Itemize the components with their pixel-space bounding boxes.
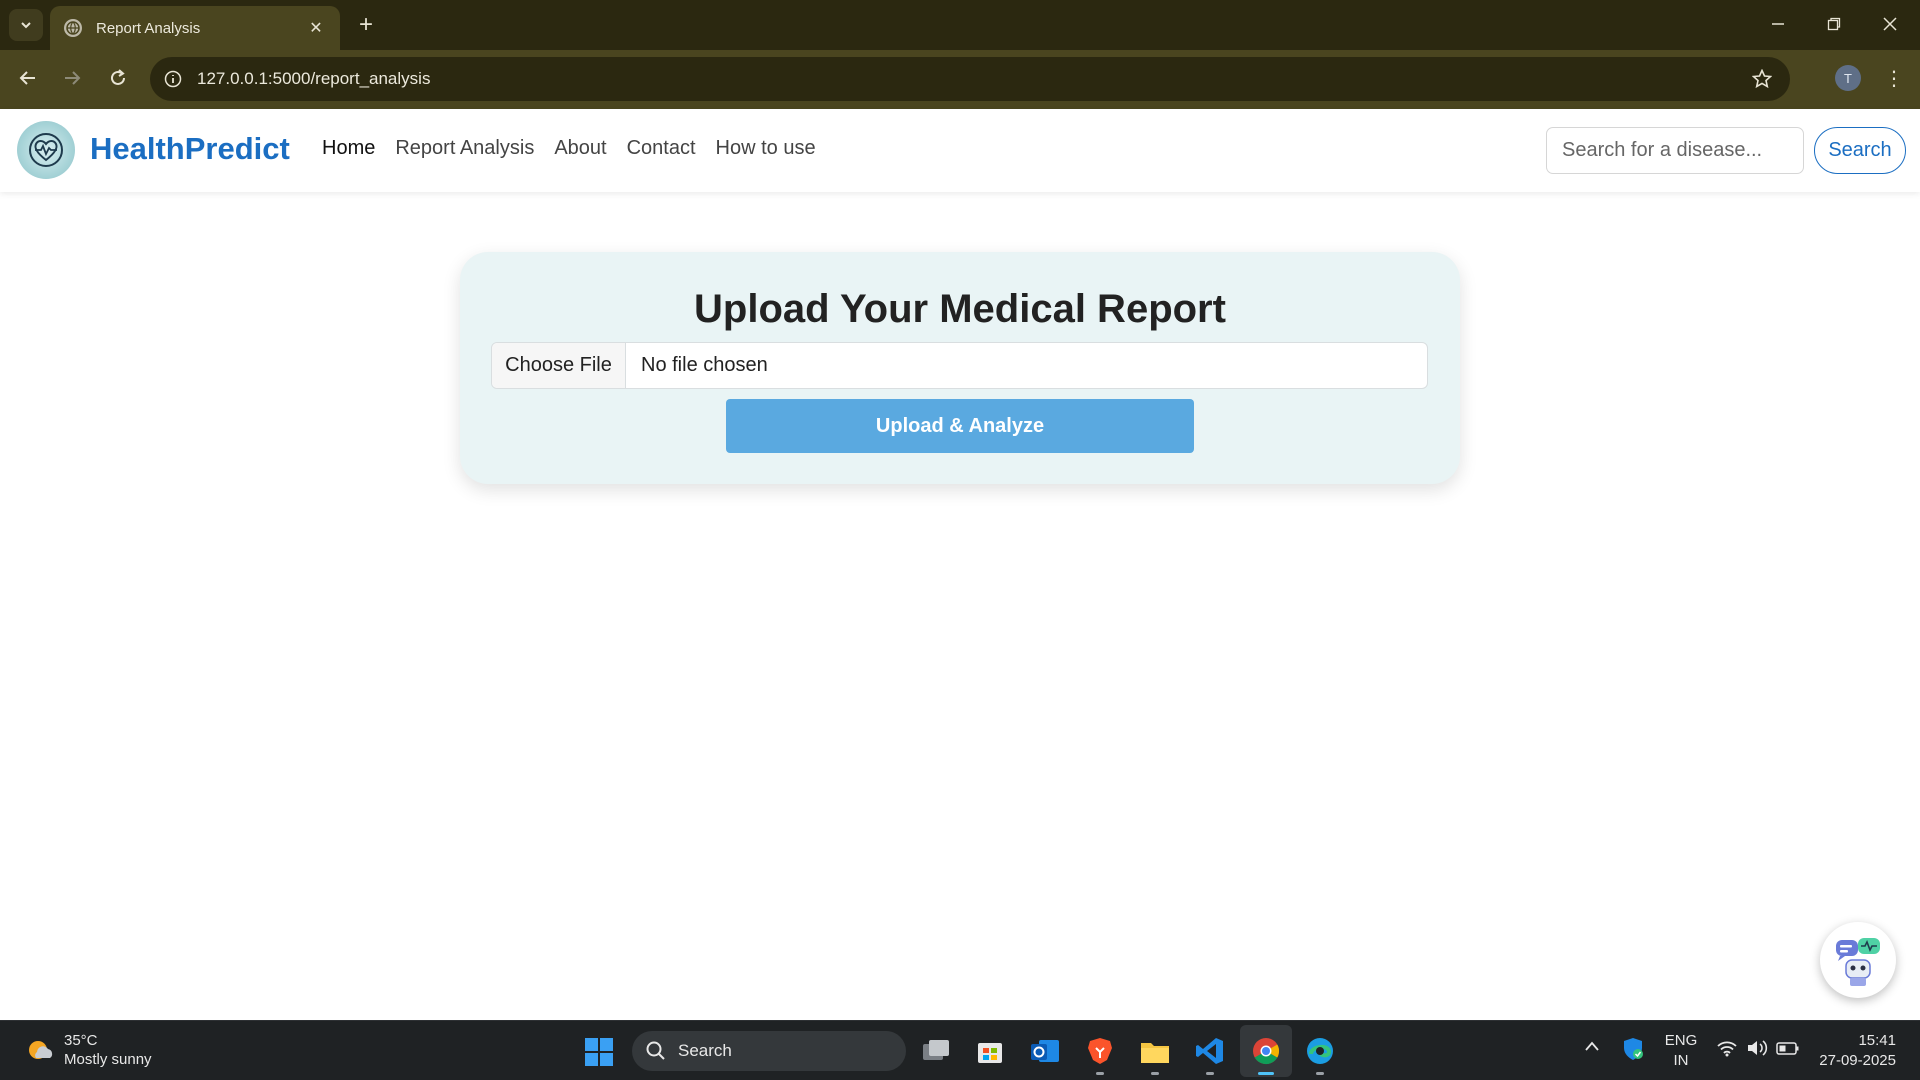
show-hidden-icons[interactable] [1584, 1039, 1600, 1056]
forward-button[interactable] [54, 60, 90, 96]
site-navbar: HealthPredict Home Report Analysis About… [0, 109, 1920, 192]
upload-heading: Upload Your Medical Report [694, 287, 1226, 331]
running-indicator [1316, 1072, 1324, 1075]
bookmark-star-icon[interactable] [1750, 67, 1774, 91]
tab-search-button[interactable] [9, 9, 43, 41]
weather-widget[interactable]: 35°C Mostly sunny [24, 1031, 152, 1069]
language-indicator[interactable]: ENG IN [1664, 1031, 1698, 1071]
weather-temperature: 35°C [64, 1032, 98, 1049]
browser-menu-icon[interactable]: ⋮ [1880, 64, 1908, 92]
microsoft-store-icon[interactable] [972, 1033, 1008, 1069]
partly-sunny-icon [29, 1041, 53, 1059]
chatbot-button[interactable] [1820, 922, 1896, 998]
file-status-text: No file chosen [641, 354, 768, 376]
chatbot-robot-icon [1836, 938, 1880, 986]
choose-file-button[interactable]: Choose File [492, 343, 626, 388]
reload-button[interactable] [100, 60, 136, 96]
task-view-icon[interactable] [918, 1033, 954, 1069]
security-shield-icon[interactable] [1622, 1037, 1644, 1065]
brave-browser-icon[interactable] [1082, 1033, 1118, 1075]
profile-avatar[interactable]: T [1835, 65, 1861, 91]
arrow-left-icon [19, 71, 35, 85]
close-window-button[interactable] [1862, 8, 1918, 40]
upload-card: Upload Your Medical Report Choose File N… [460, 252, 1460, 484]
search-icon [646, 1041, 665, 1060]
language-code: ENG [1664, 1032, 1698, 1049]
browser-toolbar: 127.0.0.1:5000/report_analysis T ⋮ [0, 50, 1920, 109]
restore-button[interactable] [1806, 8, 1862, 40]
close-icon [1883, 17, 1897, 31]
region-code: IN [1673, 1052, 1689, 1069]
weather-description: Mostly sunny [64, 1051, 152, 1068]
minimize-icon [1772, 23, 1784, 25]
system-clock[interactable]: 15:41 27-09-2025 [1818, 1031, 1896, 1071]
back-button[interactable] [10, 60, 46, 96]
nav-how-to-use[interactable]: How to use [716, 137, 816, 160]
vscode-icon[interactable] [1192, 1033, 1228, 1075]
clock-date: 27-09-2025 [1819, 1052, 1896, 1069]
file-input[interactable]: Choose File No file chosen [491, 342, 1428, 389]
heartbeat-logo-icon[interactable] [17, 121, 75, 179]
taskbar-search-label: Search [678, 1041, 732, 1060]
running-indicator [1206, 1072, 1214, 1075]
minimize-button[interactable] [1750, 8, 1806, 40]
tab-title: Report Analysis [96, 19, 201, 37]
restore-icon [1827, 17, 1841, 31]
taskbar-search[interactable]: Search [632, 1031, 906, 1071]
nav-home[interactable]: Home [322, 137, 375, 160]
outlook-icon[interactable] [1027, 1033, 1063, 1069]
wifi-icon[interactable] [1716, 1039, 1738, 1061]
reload-icon [111, 69, 125, 85]
volume-icon[interactable] [1746, 1039, 1768, 1061]
running-indicator [1096, 1072, 1104, 1075]
active-indicator [1258, 1072, 1274, 1075]
nav-contact[interactable]: Contact [627, 137, 696, 160]
file-explorer-icon[interactable] [1137, 1033, 1173, 1075]
globe-icon [64, 19, 82, 37]
tab-close-icon[interactable]: ✕ [306, 18, 326, 38]
main-nav: Home Report Analysis About Contact How t… [322, 137, 836, 160]
edge-icon[interactable] [1302, 1033, 1338, 1075]
nav-about[interactable]: About [554, 137, 606, 160]
windows-start-icon[interactable] [584, 1037, 614, 1067]
url-text[interactable]: 127.0.0.1:5000/report_analysis [197, 69, 1750, 89]
browser-tabstrip: Report Analysis ✕ + [0, 0, 1920, 50]
clock-time: 15:41 [1858, 1032, 1896, 1049]
arrow-right-icon [65, 71, 81, 85]
disease-search-input[interactable] [1546, 127, 1804, 174]
nav-report-analysis[interactable]: Report Analysis [395, 137, 534, 160]
brand-name[interactable]: HealthPredict [90, 131, 290, 167]
battery-icon[interactable] [1776, 1040, 1800, 1060]
site-info-icon[interactable] [163, 69, 183, 89]
browser-tab-active[interactable]: Report Analysis ✕ [50, 6, 340, 50]
chevron-down-icon [21, 22, 31, 29]
address-bar[interactable]: 127.0.0.1:5000/report_analysis [150, 57, 1790, 101]
new-tab-button[interactable]: + [352, 11, 380, 39]
chevron-up-icon [1585, 1041, 1599, 1051]
upload-analyze-button[interactable]: Upload & Analyze [726, 399, 1194, 453]
windows-taskbar: 35°C Mostly sunny Search ENG IN 15:41 27… [0, 1020, 1920, 1080]
chrome-icon[interactable] [1248, 1033, 1284, 1075]
search-button[interactable]: Search [1814, 127, 1906, 174]
running-indicator [1151, 1072, 1159, 1075]
